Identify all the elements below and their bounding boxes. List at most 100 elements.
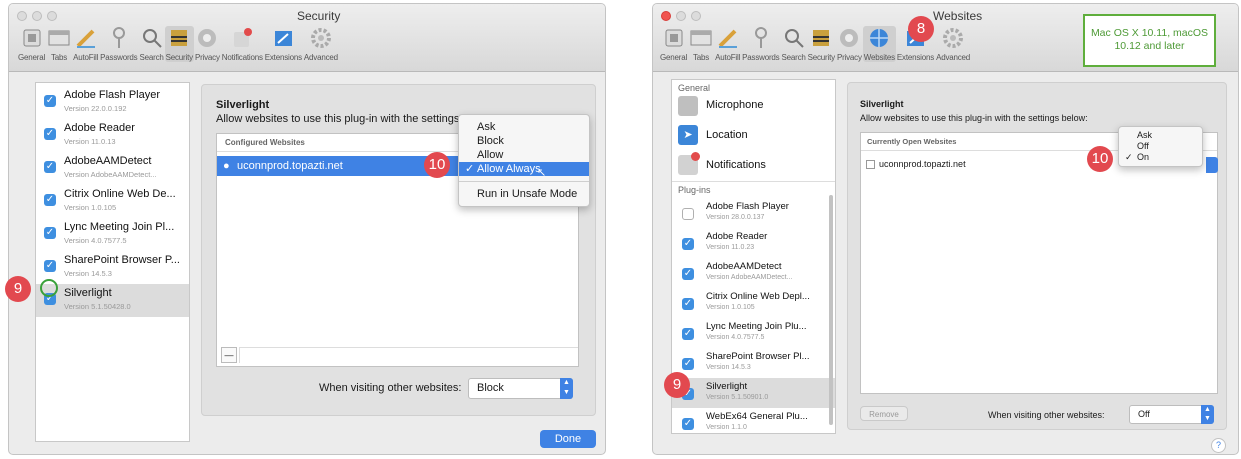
plugin-item[interactable]: ✓ Lync Meeting Join Plu... Version 4.0.757… [672,318,835,348]
microphone-icon [678,96,698,116]
globe-icon: ● [223,160,230,172]
tab-extensions[interactable]: Extensions [264,26,303,62]
plugin-item[interactable]: ✓ SharePoint Browser Pl... Version 14.5.3 [672,348,835,378]
window-title: Websites [933,9,983,23]
privacy-icon [837,26,861,50]
plugin-checkbox[interactable]: ✓ [44,194,56,206]
minimize-button[interactable] [32,11,42,21]
sidebar-item-notifications[interactable]: Notifications [672,151,835,181]
plugin-item[interactable]: ✓ Adobe Reader Version 11.0.23 [672,228,835,258]
minimize-button[interactable] [676,11,686,21]
tabs-icon [47,26,71,50]
menu-item-on[interactable]: ✓ On [1119,152,1202,163]
plugin-checkbox[interactable]: ✓ [44,260,56,272]
notifications-icon [230,26,254,50]
sidebar-item-location[interactable]: ➤ Location [672,121,835,151]
tab-passwords[interactable]: Passwords [99,26,138,62]
tab-tabs[interactable]: Tabs [46,26,72,62]
row-select-stub[interactable] [1206,157,1218,173]
plugin-item[interactable]: ✓ Adobe Flash Player Version 22.0.0.192 [36,86,189,119]
plugin-item[interactable]: ✓ WebEx64 General Plu... Version 1.1.0 [672,408,835,438]
plugin-item[interactable]: ✓ AdobeAAMDetect Version AdobeAAMDetect... [36,152,189,185]
tab-security[interactable]: Security [807,26,836,62]
menu-item-allow[interactable]: Allow [459,148,589,162]
menu-item-unsafe-mode[interactable]: Run in Unsafe Mode [459,187,589,201]
close-button[interactable] [661,11,671,21]
plugin-item[interactable]: ✓ AdobeAAMDetect Version AdobeAAMDetect... [672,258,835,288]
tab-autofill[interactable]: AutoFill [714,26,741,62]
plugin-item[interactable]: ✓ Lync Meeting Join Pl... Version 4.0.7577… [36,218,189,251]
tab-general[interactable]: General [659,26,688,62]
menu-item-allow-always[interactable]: ✓ Allow Always ↖ [459,162,589,179]
help-button[interactable]: ? [1211,438,1226,453]
gear-icon [309,26,333,50]
websites-table: Currently Open Websites uconnprod.topazt… [860,132,1218,394]
plugin-checkbox[interactable]: ✓ [682,298,694,310]
plugin-name: Lync Meeting Join Plu... [706,321,807,332]
plugin-name: WebEx64 General Plu... [706,411,808,422]
plugin-checkbox[interactable]: ✓ [682,238,694,250]
tab-notifications[interactable]: Notifications [221,26,264,62]
zoom-button[interactable] [691,11,701,21]
tab-security[interactable]: Security [164,26,194,62]
plugin-name: Citrix Online Web Depl... [706,291,810,302]
plugin-name: SharePoint Browser Pl... [706,351,810,362]
plugin-item[interactable]: ✓ Silverlight Version 5.1.50428.0 [36,284,189,317]
zoom-button[interactable] [47,11,57,21]
plugin-name: Adobe Reader [64,122,135,134]
tab-search[interactable]: Search [780,26,806,62]
plugin-checkbox[interactable]: ✓ [682,418,694,430]
menu-item-ask[interactable]: Ask [459,120,589,134]
plugin-item[interactable]: ✓ Adobe Reader Version 11.0.13 [36,119,189,152]
tab-autofill[interactable]: AutoFill [72,26,99,62]
close-button[interactable] [17,11,27,21]
key-icon [749,26,773,50]
plugin-item[interactable]: ✓ Citrix Online Web De... Version 1.0.105 [36,185,189,218]
plugin-checkbox[interactable] [682,208,694,220]
tab-privacy[interactable]: Privacy [194,26,221,62]
plugin-checkbox[interactable]: ✓ [44,161,56,173]
plugin-version: Version 14.5.3 [706,364,751,371]
menu-item-ask[interactable]: Ask [1119,130,1202,141]
plugin-item[interactable]: ✓ Citrix Online Web Depl... Version 1.0.10… [672,288,835,318]
plugin-item[interactable]: ✓ Silverlight Version 5.1.50901.0 [672,378,835,408]
plugin-checkbox[interactable]: ✓ [44,128,56,140]
tab-advanced[interactable]: Advanced [303,26,339,62]
plugin-name: Silverlight [64,287,112,299]
plugin-name: Adobe Flash Player [64,89,160,101]
tab-search[interactable]: Search [138,26,164,62]
plugin-checkbox[interactable]: ✓ [682,268,694,280]
done-button[interactable]: Done [540,430,596,448]
plugin-version: Version 4.0.7577.5 [706,334,765,341]
tab-general[interactable]: General [17,26,46,62]
plugin-checkbox[interactable]: ✓ [682,358,694,370]
tab-privacy[interactable]: Privacy [836,26,863,62]
tab-websites[interactable]: Websites [862,26,896,62]
plugin-item[interactable]: ✓ SharePoint Browser P... Version 14.5.3 [36,251,189,284]
tab-tabs[interactable]: Tabs [688,26,714,62]
menu-item-block[interactable]: Block [459,134,589,148]
plugin-checkbox[interactable]: ✓ [44,95,56,107]
plugin-name: Silverlight [706,381,748,392]
plugin-list: ✓ Adobe Flash Player Version 22.0.0.192 ✓ Ad… [35,82,190,442]
tab-passwords[interactable]: Passwords [741,26,780,62]
visiting-select[interactable]: Block ▲ ▼ [468,378,573,399]
remove-button[interactable]: — [221,347,237,363]
sidebar-item-microphone[interactable]: Microphone [672,93,835,121]
menu-item-off[interactable]: Off [1119,141,1202,152]
section-general: General [678,83,711,93]
tab-advanced[interactable]: Advanced [935,26,971,62]
plugin-version: Version 11.0.13 [64,137,116,146]
remove-button[interactable]: Remove [860,406,908,421]
checkmark-icon: ✓ [1125,152,1133,162]
table-row[interactable]: uconnprod.topazti.net [861,155,1061,173]
plugin-version: Version 1.0.105 [64,203,117,212]
visiting-select[interactable]: Off ▲ ▼ [1129,405,1214,424]
notification-dot [691,152,700,161]
scrollbar[interactable] [829,195,833,425]
plugin-item[interactable]: Adobe Flash Player Version 28.0.0.137 [672,198,835,228]
panel-title: Silverlight [860,99,904,109]
plugin-checkbox[interactable]: ✓ [44,227,56,239]
visiting-label: When visiting other websites: [988,410,1105,420]
plugin-checkbox[interactable]: ✓ [682,328,694,340]
